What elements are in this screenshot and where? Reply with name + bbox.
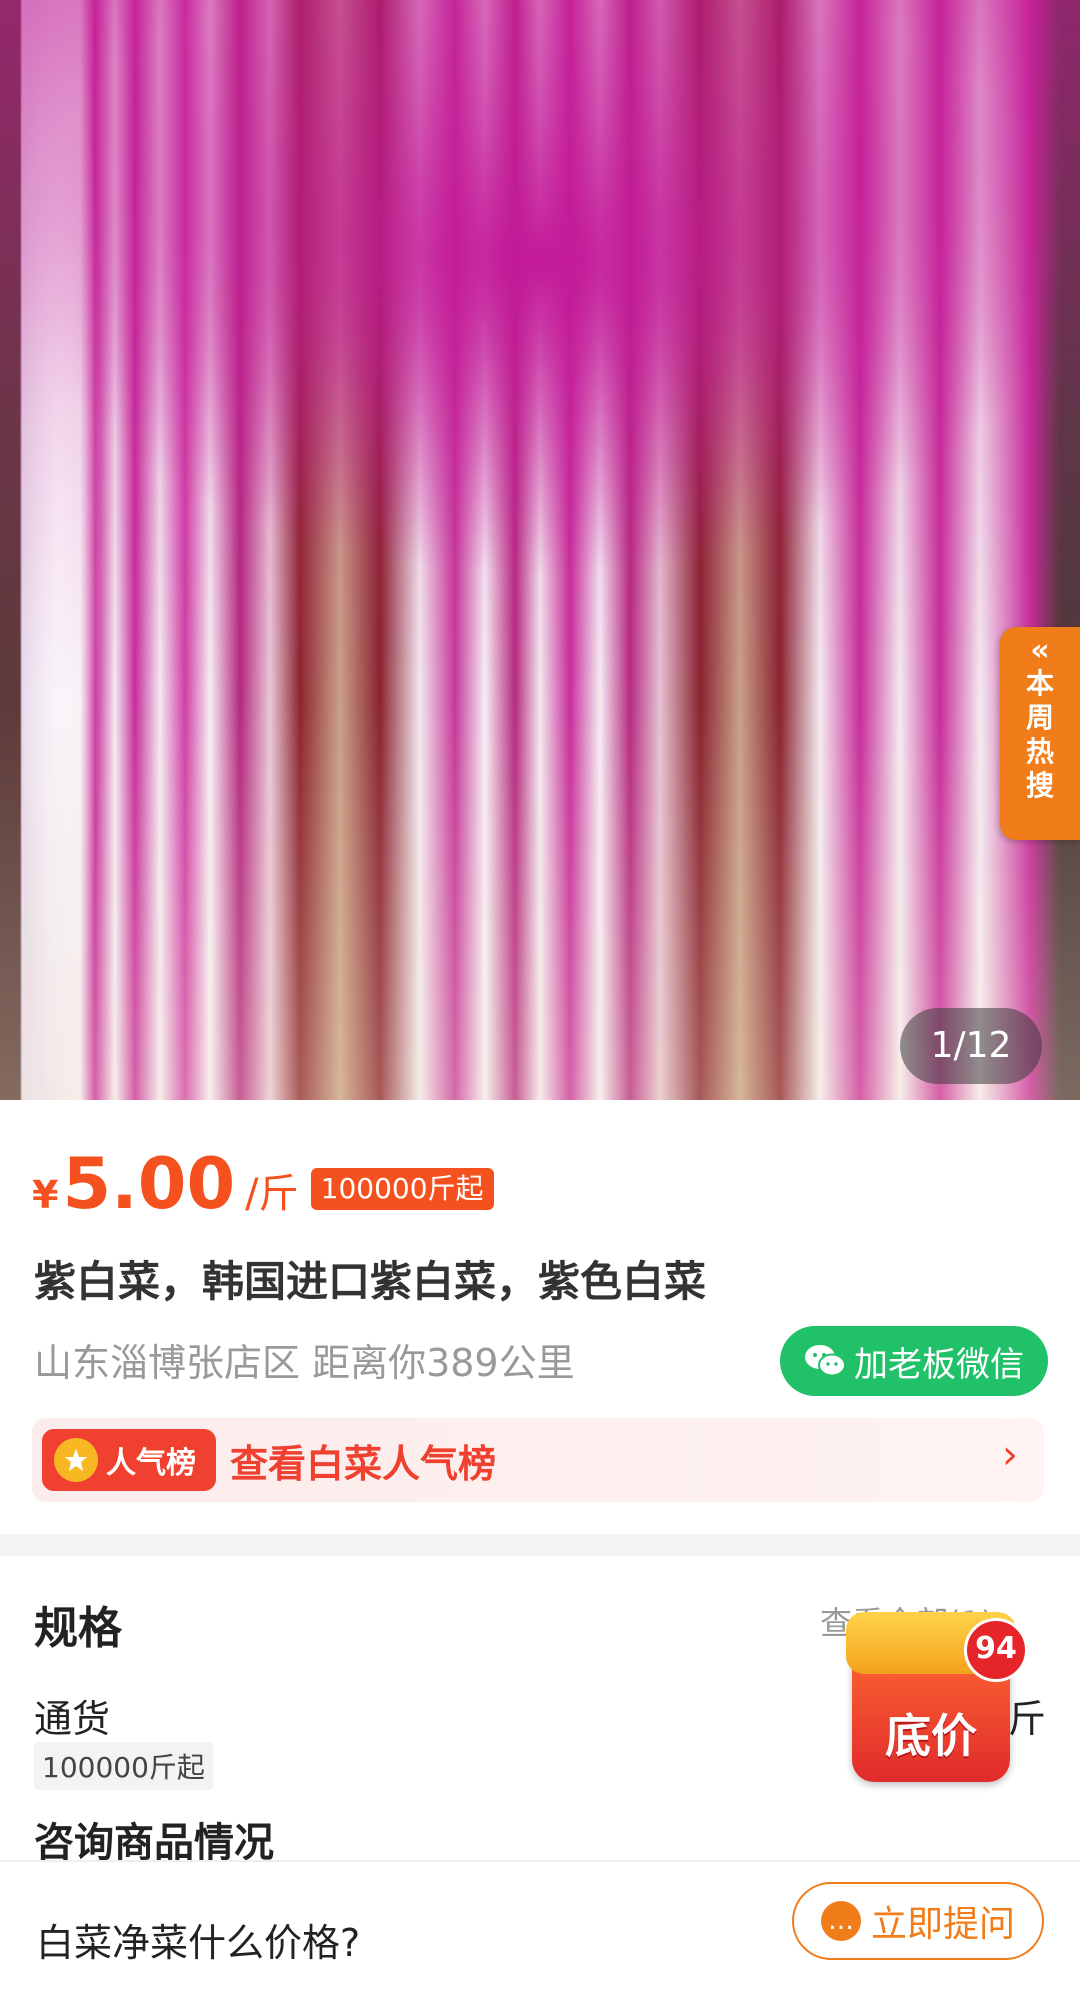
medal-icon: [54, 1438, 98, 1482]
spec-item-name: 通货: [34, 1697, 111, 1741]
chat-bubble-icon: …: [820, 1901, 861, 1941]
spec-section-title: 规格: [34, 1603, 122, 1654]
product-image[interactable]: [0, 0, 1080, 1100]
popularity-ranking-bar[interactable]: 人气榜 查看白菜人气榜 ›: [32, 1418, 1044, 1502]
wechat-button-label: 加老板微信: [854, 1344, 1024, 1385]
hot-search-label: 本周热搜: [1025, 667, 1054, 802]
product-title: 紫白菜，韩国进口紫白菜，紫色白菜: [34, 1257, 707, 1306]
double-chevron-left-icon: «: [1030, 633, 1050, 668]
image-counter: 1/12: [900, 1008, 1042, 1084]
ask-now-button[interactable]: … 立即提问: [792, 1882, 1044, 1960]
price-row: ¥ 5.00 /斤 100000斤起: [32, 1142, 494, 1222]
popularity-badge: 人气榜: [42, 1429, 216, 1491]
price-unit: /斤: [245, 1171, 299, 1217]
floor-price-label: 底价: [885, 1709, 977, 1763]
chevron-right-icon: ›: [1002, 1432, 1018, 1478]
qa-bar: 白菜净菜什么价格? … 立即提问: [0, 1860, 1080, 1994]
seller-location: 山东淄博张店区 距离你389公里: [34, 1341, 575, 1385]
spec-item-min-order: 100000斤起: [34, 1742, 213, 1790]
popularity-badge-label: 人气榜: [106, 1446, 196, 1481]
price-value: 5.00: [62, 1143, 236, 1225]
weekly-hot-search-tab[interactable]: « 本周热搜: [1000, 627, 1080, 840]
question-text[interactable]: 白菜净菜什么价格?: [36, 1912, 360, 1967]
promo-count-badge: 94: [964, 1618, 1028, 1682]
add-boss-wechat-button[interactable]: 加老板微信: [780, 1326, 1048, 1396]
section-divider: [0, 1534, 1080, 1556]
wechat-icon: [805, 1345, 846, 1377]
view-ranking-text: 查看白菜人气榜: [230, 1441, 497, 1486]
currency-symbol: ¥: [32, 1173, 59, 1217]
floor-price-promo[interactable]: 底价 94: [846, 1612, 1028, 1782]
min-order-badge: 100000斤起: [310, 1168, 494, 1210]
ask-now-label: 立即提问: [870, 1904, 1015, 1945]
